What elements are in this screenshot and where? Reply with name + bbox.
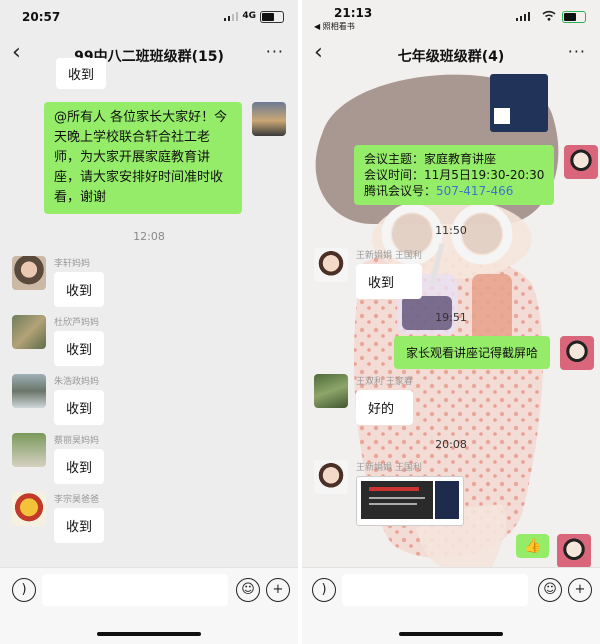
meeting-time: 会议时间：11月5日19:30-20:30 <box>364 168 545 182</box>
battery-icon <box>562 11 586 23</box>
status-time: 21:13 <box>334 6 373 20</box>
message-bubble[interactable]: 家长观看讲座记得截屏哈 <box>394 336 551 369</box>
message-bubble[interactable]: 收到 <box>54 390 105 425</box>
sender-name: 李宗昊爸爸 <box>54 495 100 505</box>
meeting-topic: 会议主题：家庭教育讲座 <box>364 152 497 166</box>
screenshot-sidebar <box>435 481 459 519</box>
shared-image-thumbnail[interactable] <box>490 74 548 132</box>
sent-meeting-info: 会议主题：家庭教育讲座 会议时间：11月5日19:30-20:30 腾讯会议号：… <box>354 145 599 205</box>
sent-emoji: 👍 <box>516 534 592 568</box>
announcement-bubble[interactable]: @所有人 各位家长大家好！今天晚上学校联合轩合社工老师，为大家开展家庭教育讲座，… <box>44 102 242 214</box>
timestamp: 20:08 <box>435 438 467 451</box>
message-bubble[interactable]: 收到 <box>54 449 105 484</box>
message-bubble[interactable]: 好的 <box>356 390 413 425</box>
right-chat-screen: 21:13 ◀ 照相看书 ‹ 七年级班级群(4) ··· 会议主题：家庭教育讲座… <box>302 0 600 644</box>
avatar[interactable] <box>12 433 46 467</box>
timestamp: 12:08 <box>133 230 165 243</box>
message-bubble[interactable]: 收到 <box>56 58 107 89</box>
sent-announcement: @所有人 各位家长大家好！今天晚上学校联合轩合社工老师，为大家开展家庭教育讲座，… <box>44 102 294 214</box>
avatar[interactable] <box>314 460 348 494</box>
my-avatar[interactable] <box>252 102 286 136</box>
home-indicator <box>97 632 201 636</box>
sender-name: 朱浩政妈妈 <box>54 377 100 387</box>
list-item: 王新娟娟 王国利 收到 <box>314 248 422 299</box>
list-item: 杜欣芦妈妈 收到 <box>12 315 105 366</box>
sender-name: 王双利 王家春 <box>356 377 413 387</box>
sender-name: 王新娟娟 王国利 <box>356 463 422 473</box>
slide-title-bar <box>369 487 419 491</box>
emoji-icon[interactable]: ☺ <box>538 578 562 602</box>
message-bubble[interactable]: 收到 <box>54 272 105 307</box>
meeting-id-label: 腾讯会议号： <box>364 184 437 198</box>
message-bubble[interactable]: 收到 <box>54 508 105 543</box>
avatar[interactable] <box>12 374 46 408</box>
input-bar: ) ☺ + <box>302 567 600 644</box>
message-bubble[interactable]: 收到 <box>54 331 105 366</box>
more-icon[interactable]: ··· <box>568 42 586 61</box>
sender-name: 李轩妈妈 <box>54 259 91 269</box>
avatar[interactable] <box>12 256 46 290</box>
meeting-id-link[interactable]: 507-417-466 <box>436 184 513 198</box>
network-label: 4G <box>242 11 256 21</box>
list-item: 李宗昊爸爸 收到 <box>12 492 105 543</box>
avatar[interactable] <box>314 374 348 408</box>
my-avatar[interactable] <box>557 534 592 568</box>
meeting-bubble[interactable]: 会议主题：家庭教育讲座 会议时间：11月5日19:30-20:30 腾讯会议号：… <box>354 145 555 205</box>
sent-message: 家长观看讲座记得截屏哈 <box>394 336 595 370</box>
thumbs-up-icon[interactable]: 👍 <box>516 534 550 558</box>
avatar[interactable] <box>12 492 46 526</box>
list-item: 蔡丽昊妈妈 收到 <box>12 433 105 484</box>
list-item: 朱浩政妈妈 收到 <box>12 374 105 425</box>
sender-name: 蔡丽昊妈妈 <box>54 436 100 446</box>
chat-title: 七年级班级群(4) <box>397 49 505 65</box>
sender-name: 王新娟娟 王国利 <box>356 251 422 261</box>
screenshot-image[interactable] <box>356 476 464 526</box>
avatar[interactable] <box>12 315 46 349</box>
voice-icon[interactable]: ) <box>12 578 36 602</box>
chat-title: 99中八二班班级群(15) <box>74 49 224 65</box>
more-icon[interactable]: ··· <box>266 42 284 61</box>
signal-icon <box>516 12 530 21</box>
input-bar: ) ☺ + <box>0 567 298 644</box>
partial-message: 收到 <box>56 58 107 89</box>
status-time: 20:57 <box>22 10 61 24</box>
plus-icon[interactable]: + <box>568 578 592 602</box>
list-item: 王新娟娟 王国利 <box>314 460 464 526</box>
avatar[interactable] <box>314 248 348 282</box>
battery-icon <box>260 11 284 23</box>
plus-icon[interactable]: + <box>266 578 290 602</box>
list-item: 王双利 王家春 好的 <box>314 374 413 425</box>
home-indicator <box>399 632 503 636</box>
timestamp: 19:51 <box>435 311 467 324</box>
timestamp: 11:50 <box>435 224 467 237</box>
slide-text-line <box>369 497 425 499</box>
my-avatar[interactable] <box>560 336 595 370</box>
chat-header: ‹ 七年级班级群(4) ··· <box>302 30 600 74</box>
slide-text-line <box>369 503 417 505</box>
message-input[interactable] <box>342 574 528 606</box>
wifi-icon <box>542 10 556 21</box>
screenshot-slide <box>361 481 433 519</box>
chat-header: ‹ 99中八二班班级群(15) ··· <box>0 30 298 74</box>
message-bubble[interactable]: 收到 <box>356 264 422 299</box>
left-chat-screen: 20:57 4G ‹ 99中八二班班级群(15) ··· 收到 @所有人 各位家… <box>0 0 298 644</box>
voice-icon[interactable]: ) <box>312 578 336 602</box>
sender-name: 杜欣芦妈妈 <box>54 318 100 328</box>
meeting-id-row: 腾讯会议号：507-417-466 <box>364 183 544 199</box>
status-bar: 20:57 4G <box>0 0 298 30</box>
my-avatar[interactable] <box>564 145 599 179</box>
emoji-icon[interactable]: ☺ <box>236 578 260 602</box>
signal-icon <box>224 12 238 21</box>
status-bar: 21:13 ◀ 照相看书 <box>302 0 600 31</box>
qr-code-icon <box>494 108 510 124</box>
message-input[interactable] <box>42 574 228 606</box>
list-item: 李轩妈妈 收到 <box>12 256 105 307</box>
